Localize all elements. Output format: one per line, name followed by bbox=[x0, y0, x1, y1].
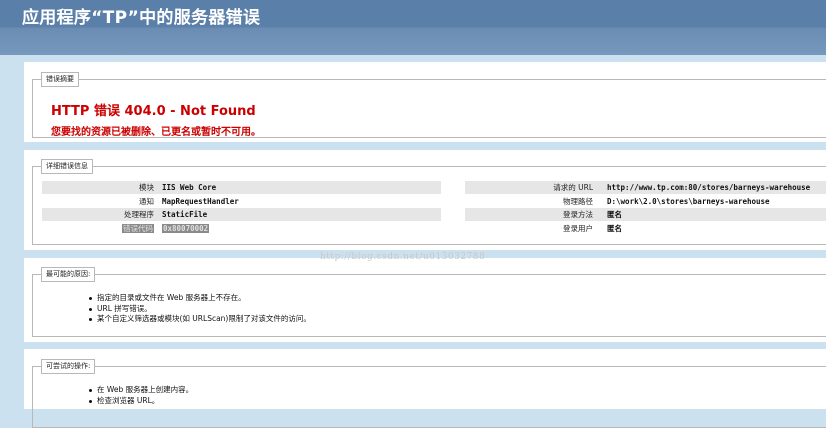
details-fieldset: 详细错误信息 模块 IIS Web Core 通知 MapRequestHand… bbox=[32, 159, 826, 245]
detail-label: 登录用户 bbox=[563, 223, 593, 233]
watermark: http://blog.csdn.net/u013032788 bbox=[320, 252, 486, 262]
causes-legend: 最可能的原因: bbox=[41, 267, 96, 282]
detail-label: 模块 bbox=[139, 183, 154, 192]
selected-text: 0x80070002 bbox=[162, 223, 210, 233]
detail-value: 匿名 bbox=[607, 210, 622, 219]
list-item: 在 Web 服务器上创建内容。 bbox=[89, 385, 193, 396]
actions-fieldset: 可尝试的操作: 在 Web 服务器上创建内容。 检查浏览器 URL。 bbox=[32, 359, 826, 428]
details-panel: 详细错误信息 模块 IIS Web Core 通知 MapRequestHand… bbox=[24, 150, 826, 250]
detail-value: D:\work\2.0\stores\barneys-warehouse bbox=[607, 196, 770, 206]
detail-label: 请求的 URL bbox=[553, 183, 593, 192]
summary-legend: 错误摘要 bbox=[41, 72, 79, 87]
error-message: 您要找的资源已被删除、已更名或暂时不可用。 bbox=[51, 127, 261, 138]
page-title: 应用程序“TP”中的服务器错误 bbox=[22, 8, 261, 28]
causes-fieldset: 最可能的原因: 指定的目录或文件在 Web 服务器上不存在。 URL 拼写错误。… bbox=[32, 267, 826, 337]
causes-panel: 最可能的原因: 指定的目录或文件在 Web 服务器上不存在。 URL 拼写错误。… bbox=[24, 258, 826, 342]
header-bar: 应用程序“TP”中的服务器错误 bbox=[0, 0, 826, 55]
causes-list: 指定的目录或文件在 Web 服务器上不存在。 URL 拼写错误。 某个自定义筛选… bbox=[89, 293, 311, 325]
detail-value: http://www.tp.com:80/stores/barneys-ware… bbox=[607, 183, 811, 192]
detail-value: StaticFile bbox=[162, 210, 208, 219]
selected-text: 错误代码 bbox=[122, 223, 154, 233]
error-title: HTTP 错误 404.0 - Not Found bbox=[51, 104, 256, 119]
list-item: 指定的目录或文件在 Web 服务器上不存在。 bbox=[89, 293, 311, 304]
actions-legend: 可尝试的操作: bbox=[41, 359, 96, 374]
list-item: 检查浏览器 URL。 bbox=[89, 396, 193, 407]
detail-label: 通知 bbox=[139, 196, 154, 206]
detail-label: 登录方法 bbox=[563, 210, 593, 219]
actions-panel: 可尝试的操作: 在 Web 服务器上创建内容。 检查浏览器 URL。 bbox=[24, 349, 826, 428]
list-item: URL 拼写错误。 bbox=[89, 304, 311, 315]
detail-value-selected: 0x80070002 bbox=[162, 222, 210, 235]
detail-value: MapRequestHandler bbox=[162, 196, 239, 206]
detail-label: 物理路径 bbox=[563, 196, 593, 206]
detail-value: IIS Web Core bbox=[162, 183, 217, 192]
detail-label: 处理程序 bbox=[124, 210, 154, 219]
detail-value: 匿名 bbox=[607, 223, 622, 233]
list-item: 某个自定义筛选器或模块(如 URLScan)限制了对该文件的访问。 bbox=[89, 314, 311, 325]
details-legend: 详细错误信息 bbox=[41, 159, 93, 174]
actions-list: 在 Web 服务器上创建内容。 检查浏览器 URL。 bbox=[89, 385, 193, 406]
summary-fieldset: 错误摘要 HTTP 错误 404.0 - Not Found 您要找的资源已被删… bbox=[32, 72, 826, 138]
detail-label-selected: 错误代码 bbox=[42, 222, 154, 235]
summary-panel: 错误摘要 HTTP 错误 404.0 - Not Found 您要找的资源已被删… bbox=[24, 62, 826, 142]
